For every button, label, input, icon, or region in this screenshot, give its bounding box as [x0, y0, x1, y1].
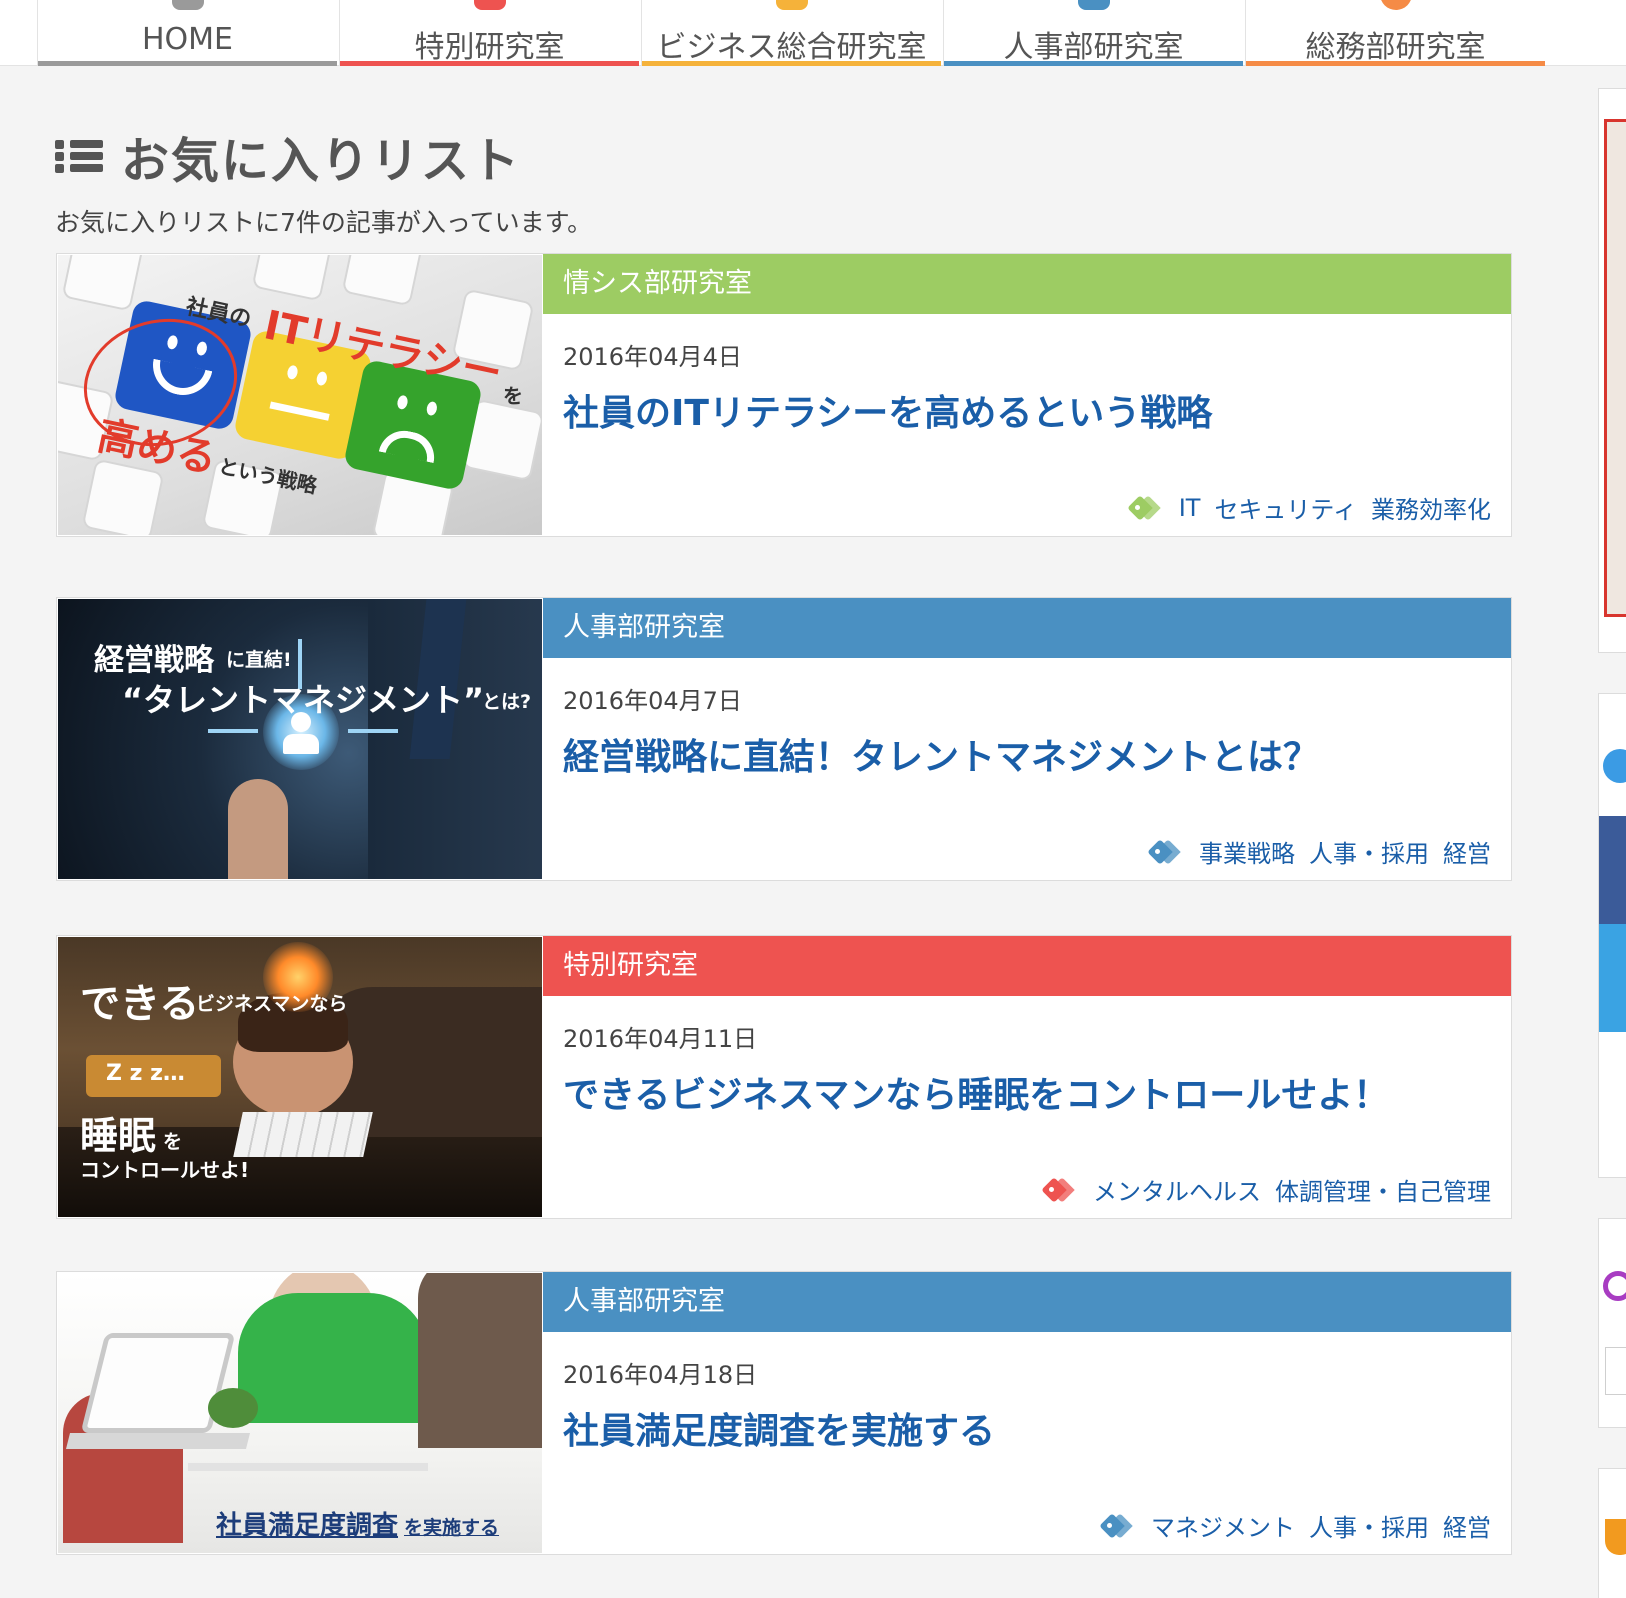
tag-link[interactable]: 業務効率化 — [1371, 490, 1491, 525]
thumb-caption: コントロールせよ! — [80, 1158, 250, 1182]
tag-link[interactable]: 人事・採用 — [1309, 1508, 1429, 1543]
nav-underline — [38, 61, 337, 66]
nav-item-hr-lab[interactable]: 人事部研究室 — [943, 0, 1243, 66]
sidebar-widget — [1598, 88, 1626, 653]
sidebar-social-block[interactable] — [1599, 924, 1626, 1032]
tag-link[interactable]: マネジメント — [1151, 1508, 1295, 1543]
thumb-caption: 社員満足度調査 — [216, 1511, 399, 1541]
home-icon — [171, 0, 204, 10]
favorite-article-card[interactable]: できる ビジネスマンなら Z z z… 睡眠 を コントロールせよ! 特別研究室… — [56, 935, 1512, 1219]
category-label[interactable]: 情シス部研究室 — [543, 254, 1511, 314]
top-navigation: HOME 特別研究室 ビジネス総合研究室 人事部研究室 総務部研究室 — [0, 0, 1626, 66]
post-date: 2016年04月4日 — [563, 343, 742, 371]
thumb-caption: 経営戦略 — [94, 643, 214, 678]
nav-underline — [1246, 61, 1545, 66]
tag-link[interactable]: メンタルヘルス — [1093, 1172, 1261, 1207]
favorite-article-card[interactable]: 社員の ITリテラシー を 高める という戦略 情シス部研究室 2016年04月… — [56, 253, 1512, 537]
nav-label: 特別研究室 — [414, 30, 565, 65]
thumb-caption: Z z z… — [106, 1061, 185, 1086]
sidebar-widget — [1598, 1218, 1626, 1428]
nav-underline — [944, 61, 1243, 66]
article-title-link[interactable]: 経営戦略に直結！タレントマネジメントとは？ — [563, 728, 1319, 780]
nav-item-business-lab[interactable]: ビジネス総合研究室 — [641, 0, 941, 66]
tag-link[interactable]: 経営 — [1443, 834, 1491, 869]
tags-icon — [1041, 1176, 1075, 1203]
nav-label: 総務部研究室 — [1305, 30, 1486, 65]
article-title-link[interactable]: 社員満足度調査を実施する — [563, 1402, 995, 1454]
post-date: 2016年04月7日 — [563, 687, 742, 715]
sidebar-widget — [1598, 693, 1626, 1178]
tag-list: メンタルヘルス 体調管理・自己管理 — [1041, 1172, 1491, 1207]
sidebar-social-block[interactable] — [1599, 816, 1626, 924]
nav-item-ga-lab[interactable]: 総務部研究室 — [1245, 0, 1545, 66]
building-icon — [775, 0, 808, 10]
chat-icon — [1603, 749, 1626, 783]
nav-item-special-lab[interactable]: 特別研究室 — [339, 0, 639, 66]
list-icon — [55, 136, 105, 176]
page-heading: お気に入りリスト — [55, 126, 521, 189]
post-date: 2016年04月18日 — [563, 1361, 758, 1389]
thumb-caption: とは? — [482, 691, 532, 713]
article-thumbnail[interactable]: 経営戦略 に直結! “タレントマネジメント” とは? — [58, 599, 542, 879]
thumb-caption: を — [163, 1131, 183, 1153]
nav-underline — [340, 61, 639, 66]
article-thumbnail[interactable]: 社員の ITリテラシー を 高める という戦略 — [58, 255, 542, 535]
thumb-caption: 睡眠 — [80, 1114, 157, 1158]
nav-item-home[interactable]: HOME — [37, 0, 337, 66]
sidebar-search-input[interactable] — [1605, 1347, 1626, 1395]
favorite-article-card[interactable]: 社員満足度調査 を実施する 人事部研究室 2016年04月18日 社員満足度調査… — [56, 1271, 1512, 1555]
tags-icon — [1147, 838, 1181, 865]
tag-list: IT セキュリティ 業務効率化 — [1126, 490, 1491, 525]
tag-link[interactable]: IT — [1179, 494, 1201, 522]
thumb-caption: を実施する — [404, 1517, 500, 1539]
thumb-caption: できる — [80, 981, 200, 1027]
article-thumbnail[interactable]: 社員満足度調査 を実施する — [58, 1273, 542, 1553]
sidebar-widget — [1598, 1468, 1626, 1598]
tag-link[interactable]: 体調管理・自己管理 — [1275, 1172, 1491, 1207]
person-icon — [473, 0, 506, 10]
tags-icon — [1126, 494, 1161, 521]
tag-link[interactable]: 人事・採用 — [1309, 834, 1429, 869]
category-label[interactable]: 人事部研究室 — [543, 1272, 1511, 1332]
thumb-caption: ビジネスマンなら — [196, 993, 348, 1015]
thumb-caption: “タレントマネジメント” — [122, 681, 485, 719]
page-title: お気に入りリスト — [121, 133, 522, 189]
article-thumbnail[interactable]: できる ビジネスマンなら Z z z… 睡眠 を コントロールせよ! — [58, 937, 542, 1217]
trophy-icon — [1605, 1519, 1626, 1555]
tag-link[interactable]: セキュリティ — [1214, 490, 1357, 525]
nav-underline — [642, 61, 941, 66]
thumb-caption: に直結! — [226, 649, 292, 671]
tag-list: マネジメント 人事・採用 経営 — [1099, 1508, 1491, 1543]
article-title-link[interactable]: できるビジネスマンなら睡眠をコントロールせよ！ — [563, 1066, 1389, 1118]
tag-list: 事業戦略 人事・採用 経営 — [1147, 834, 1491, 869]
post-date: 2016年04月11日 — [563, 1025, 758, 1053]
tag-link[interactable]: 経営 — [1443, 1508, 1491, 1543]
category-label[interactable]: 人事部研究室 — [543, 598, 1511, 658]
article-title-link[interactable]: 社員のITリテラシーを高めるという戦略 — [563, 384, 1212, 436]
clock-icon — [1379, 0, 1412, 10]
favorites-summary: お気に入りリストに7件の記事が入っています。 — [55, 208, 593, 237]
search-icon — [1603, 1271, 1626, 1301]
favorite-article-card[interactable]: 経営戦略 に直結! “タレントマネジメント” とは? 人事部研究室 2016年0… — [56, 597, 1512, 881]
tag-link[interactable]: 事業戦略 — [1199, 834, 1295, 869]
sidebar-banner[interactable] — [1604, 119, 1626, 617]
category-label[interactable]: 特別研究室 — [543, 936, 1511, 996]
nav-label: HOME — [141, 22, 233, 57]
nav-label: 人事部研究室 — [1003, 30, 1184, 65]
nav-label: ビジネス総合研究室 — [656, 30, 927, 65]
thumb-caption: を — [503, 384, 523, 408]
id-card-icon — [1077, 0, 1110, 10]
tags-icon — [1099, 1512, 1133, 1539]
